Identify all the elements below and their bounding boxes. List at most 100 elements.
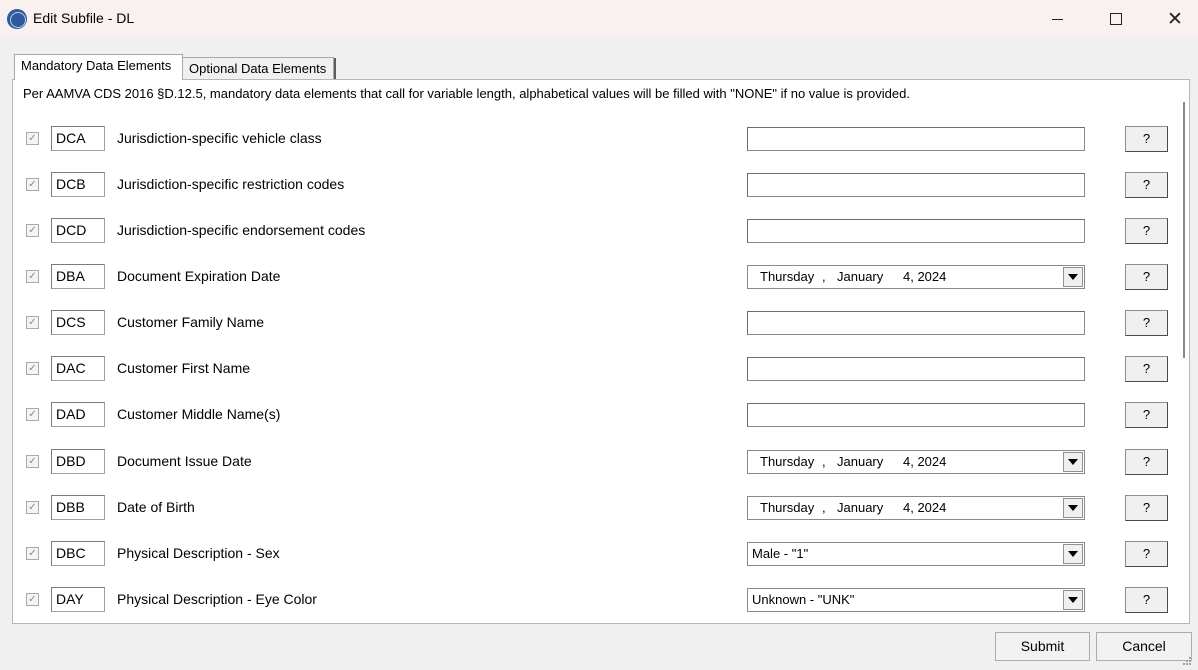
value-input[interactable] [747,219,1085,243]
dropdown-button[interactable] [1063,267,1083,287]
close-icon: ✕ [1167,8,1183,30]
window-title: Edit Subfile - DL [33,10,135,26]
select-value: Male - "1" [752,546,809,561]
help-button[interactable]: ? [1125,495,1168,521]
date-picker[interactable]: Thursday, January 4, 2024 [747,496,1085,520]
chevron-down-icon [1068,551,1078,557]
data-element-row: ✓ DAD Customer Middle Name(s) ? [13,400,1173,430]
element-code: DCS [51,310,105,335]
element-code: DBD [51,449,105,474]
date-weekday[interactable]: Thursday [760,451,822,473]
element-code: DAD [51,402,105,427]
date-day-year[interactable]: 4, 2024 [903,451,946,473]
data-element-row: ✓ DBD Document Issue Date Thursday, Janua… [13,447,1173,477]
help-button[interactable]: ? [1125,264,1168,290]
data-element-row: ✓ DBA Document Expiration Date Thursday,… [13,262,1173,292]
element-checkbox[interactable]: ✓ [26,593,39,606]
element-label: Document Issue Date [117,453,252,469]
data-element-row: ✓ DCD Jurisdiction-specific endorsement … [13,216,1173,246]
dropdown-button[interactable] [1063,590,1083,610]
help-button[interactable]: ? [1125,449,1168,475]
element-label: Customer First Name [117,360,251,376]
element-checkbox[interactable]: ✓ [26,224,39,237]
dropdown-button[interactable] [1063,544,1083,564]
help-button[interactable]: ? [1125,310,1168,336]
tab-optional-data-elements[interactable]: Optional Data Elements [182,57,336,81]
data-element-row: ✓ DAC Customer First Name ? [13,354,1173,384]
value-select[interactable]: Unknown - "UNK" [747,588,1085,612]
minimize-button[interactable] [1028,0,1086,38]
element-label: Jurisdiction-specific endorsement codes [117,222,366,238]
date-picker[interactable]: Thursday, January 4, 2024 [747,265,1085,289]
value-input[interactable] [747,173,1085,197]
element-label: Customer Middle Name(s) [117,406,281,422]
chevron-down-icon [1068,459,1078,465]
element-code: DAY [51,587,105,612]
resize-grip-icon[interactable] [1180,656,1192,668]
element-code: DBB [51,495,105,520]
tab-panel: Per AAMVA CDS 2016 §D.12.5, mandatory da… [12,79,1190,624]
chevron-down-icon [1068,274,1078,280]
element-code: DBC [51,541,105,566]
element-code: DCD [51,218,105,243]
date-month[interactable]: January [837,497,903,519]
vertical-scrollbar[interactable] [1173,80,1189,623]
cancel-button[interactable]: Cancel [1096,632,1192,661]
element-checkbox[interactable]: ✓ [26,316,39,329]
submit-button[interactable]: Submit [995,632,1090,661]
element-label: Jurisdiction-specific restriction codes [117,176,345,192]
element-label: Physical Description - Eye Color [117,591,317,607]
date-weekday[interactable]: Thursday [760,497,822,519]
data-element-row: ✓ DCB Jurisdiction-specific restriction … [13,170,1173,200]
element-checkbox[interactable]: ✓ [26,132,39,145]
help-button[interactable]: ? [1125,218,1168,244]
value-input[interactable] [747,311,1085,335]
date-picker[interactable]: Thursday, January 4, 2024 [747,450,1085,474]
value-select[interactable]: Male - "1" [747,542,1085,566]
element-code: DCB [51,172,105,197]
element-checkbox[interactable]: ✓ [26,408,39,421]
chevron-down-icon [1068,505,1078,511]
help-button[interactable]: ? [1125,172,1168,198]
close-button[interactable]: ✕ [1146,0,1198,38]
title-bar: Edit Subfile - DL ✕ [0,0,1198,38]
element-checkbox[interactable]: ✓ [26,501,39,514]
help-button[interactable]: ? [1125,126,1168,152]
data-element-row: ✓ DBC Physical Description - Sex Male - … [13,539,1173,569]
minimize-icon [1051,18,1063,20]
data-element-row: ✓ DCS Customer Family Name ? [13,308,1173,338]
chevron-down-icon [1068,597,1078,603]
element-checkbox[interactable]: ✓ [26,455,39,468]
value-input[interactable] [747,403,1085,427]
date-month[interactable]: January [837,266,903,288]
date-month[interactable]: January [837,451,903,473]
date-separator: , [822,500,826,515]
help-button[interactable]: ? [1125,587,1168,613]
element-code: DAC [51,356,105,381]
element-checkbox[interactable]: ✓ [26,547,39,560]
dropdown-button[interactable] [1063,498,1083,518]
dropdown-button[interactable] [1063,452,1083,472]
info-note: Per AAMVA CDS 2016 §D.12.5, mandatory da… [23,86,910,101]
element-label: Date of Birth [117,499,195,515]
date-weekday[interactable]: Thursday [760,266,822,288]
element-checkbox[interactable]: ✓ [26,270,39,283]
select-value: Unknown - "UNK" [752,592,855,607]
date-day-year[interactable]: 4, 2024 [903,266,946,288]
element-checkbox[interactable]: ✓ [26,178,39,191]
date-day-year[interactable]: 4, 2024 [903,497,946,519]
date-separator: , [822,269,826,284]
value-input[interactable] [747,127,1085,151]
help-button[interactable]: ? [1125,541,1168,567]
help-button[interactable]: ? [1125,356,1168,382]
element-checkbox[interactable]: ✓ [26,362,39,375]
tab-mandatory-data-elements[interactable]: Mandatory Data Elements [14,54,183,80]
scrollbar-thumb[interactable] [1183,102,1185,358]
data-element-row: ✓ DCA Jurisdiction-specific vehicle clas… [13,124,1173,154]
element-label: Physical Description - Sex [117,545,280,561]
help-button[interactable]: ? [1125,402,1168,428]
element-label: Jurisdiction-specific vehicle class [117,130,322,146]
element-code: DBA [51,264,105,289]
maximize-button[interactable] [1087,0,1145,38]
value-input[interactable] [747,357,1085,381]
